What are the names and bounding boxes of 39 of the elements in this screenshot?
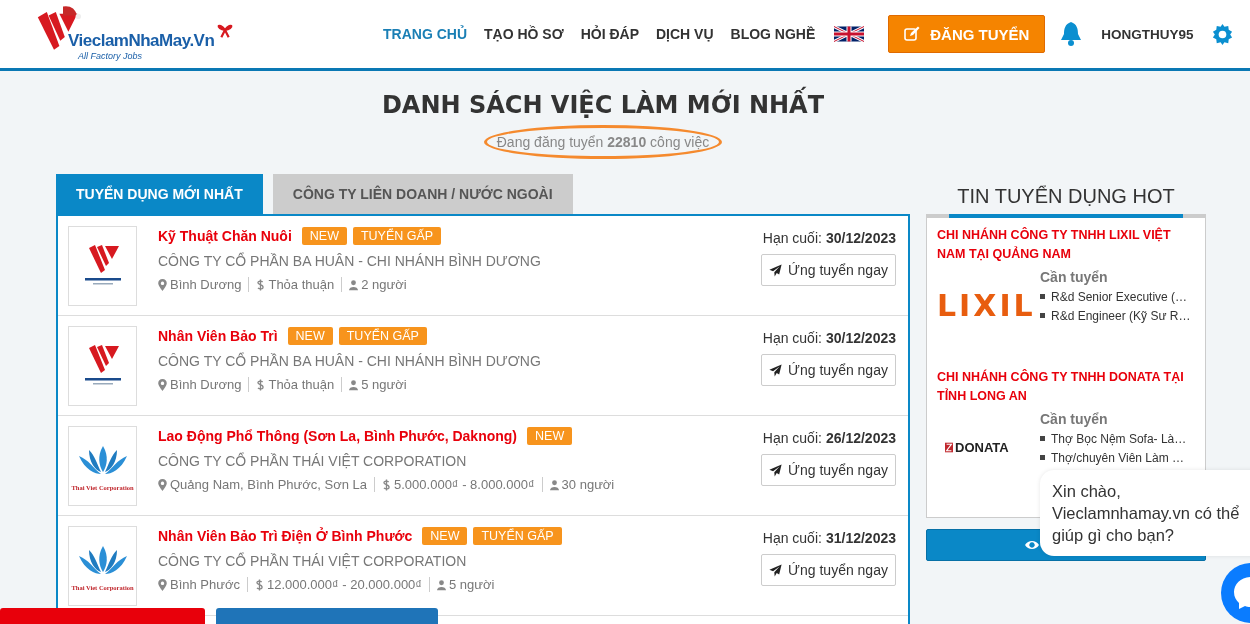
job-headcount: 5 người [449,577,495,592]
deadline-label: Hạn cuối: [762,530,822,546]
job-tag: NEW [301,227,347,245]
job-tag: TUYỂN GẤP [473,527,562,545]
job-headcount: 2 người [361,277,407,292]
job-location: Bình Dương [170,277,242,292]
company-name: CÔNG TY CỔ PHẦN BA HUÂN - CHI NHÁNH BÌNH DƯƠNG [158,353,542,369]
job-tag: NEW [527,427,573,445]
company-logo: DONATA [955,439,1009,455]
company-name: CÔNG TY CỔ PHẦN BA HUÂN - CHI NHÁNH BÌNH DƯƠNG [158,253,542,269]
job-headcount: 30 người [561,477,615,492]
job-location: Quảng Nam, Bình Phước, Sơn La [170,477,368,492]
company-name: CÔNG TY CỔ PHẦN THÁI VIỆT CORPORATION [158,453,468,469]
job-tag: NEW [287,327,333,345]
job-salary: Thỏa thuận [268,377,335,392]
job-location: Bình Phước [170,577,240,592]
deadline-date: 26/12/2023 [825,430,896,446]
site-tagline: All Factory Jobs [78,51,144,61]
company-logo: LIXIL [937,287,1036,323]
deadline-label: Hạn cuối: [762,330,822,346]
job-salary: 12.000.000₫ - 20.000.000₫ [267,577,422,592]
deadline-date: 30/12/2023 [825,330,896,346]
deadline-date: 31/12/2023 [825,530,896,546]
hiring-label: Cần tuyển [1040,269,1109,285]
job-salary: 5.000.000₫ - 8.000.000₫ [394,477,535,492]
site-logo-name: VieclamNhaMay.Vn [68,31,215,51]
job-location: Bình Dương [170,377,242,392]
job-tag: TUYỂN GẤP [338,327,427,345]
job-headcount: 5 người [361,377,407,392]
chat-tooltip: Xin chào, Vieclamnhamay.vn có thể giúp gì cho bạn? [1040,470,1250,556]
hiring-label: Cần tuyển [1040,411,1109,427]
company-name: CÔNG TY CỔ PHẦN THÁI VIỆT CORPORATION [158,553,468,569]
deadline-date: 30/12/2023 [825,230,896,246]
job-tag: NEW [422,527,468,545]
job-count: Đang đăng tuyển 22810 công việc [483,125,723,159]
deadline-label: Hạn cuối: [762,430,822,446]
job-salary: Thỏa thuận [268,277,335,292]
job-tag: TUYỂN GẤP [352,227,442,245]
deadline-label: Hạn cuối: [762,230,822,246]
